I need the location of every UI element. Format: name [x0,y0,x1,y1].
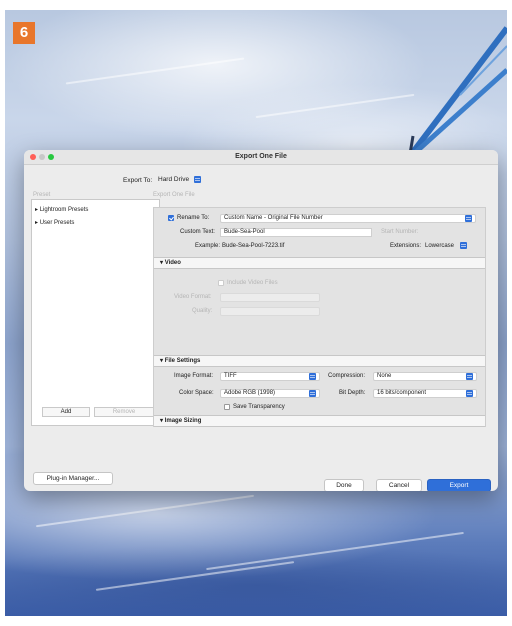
rename-value: Custom Name - Original File Number [224,215,323,221]
extensions-label: Extensions: [390,243,422,249]
title-bar: Export One File [24,150,498,165]
dropdown-arrow-icon [309,390,316,397]
video-quality-select[interactable] [220,307,320,316]
preset-list: ▸ Lightroom Presets ▸ User Presets Add R… [31,199,160,426]
dialog-title: Export One File [235,153,287,160]
compression-label: Compression: [328,373,366,379]
color-space-value: Adobe RGB (1998) [224,390,276,396]
dropdown-arrow-icon [466,390,473,397]
file-settings-section-header[interactable]: ▾ File Settings [154,355,485,367]
video-format-label: Video Format: [174,294,212,300]
extensions-value: Lowercase [425,243,455,250]
settings-panel: Rename To: Custom Name - Original File N… [153,207,486,427]
remove-preset-button[interactable]: Remove [94,407,154,417]
export-button[interactable]: Export [427,479,491,491]
rename-checkbox[interactable] [168,215,174,221]
dropdown-arrow-icon [459,242,467,249]
dropdown-arrow-icon [309,373,316,380]
rename-select[interactable]: Custom Name - Original File Number [220,214,476,223]
example-value: Bude-Sea-Pool-7223.tif [222,243,285,249]
compression-select[interactable]: None [373,372,477,381]
include-video-label: Include Video Files [227,280,278,286]
preset-header: Preset [33,192,51,198]
extensions-select[interactable]: Lowercase [425,242,467,249]
preset-item-label: User Presets [39,220,75,226]
preset-item-user[interactable]: ▸ User Presets [35,219,74,226]
dropdown-arrow-icon [465,215,472,222]
image-format-value: TIFF [224,373,237,379]
export-to-value: Hard Drive [158,176,190,184]
rename-label: Rename To: [177,215,210,221]
disclosure-triangle-icon: ▾ [160,260,164,266]
export-dialog: Export One File Export To: Hard Drive Pr… [24,150,498,491]
step-badge: 6 [13,22,35,44]
plugin-manager-button[interactable]: Plug-in Manager... [33,472,113,485]
include-video-checkbox[interactable] [218,280,224,286]
export-to-select[interactable]: Hard Drive [158,176,201,183]
image-sizing-header-label: Image Sizing [164,418,202,424]
preset-item-lightroom[interactable]: ▸ Lightroom Presets [35,206,88,213]
export-to-label: Export To: [123,177,153,184]
video-quality-label: Quality: [192,308,213,314]
file-settings-header-label: File Settings [164,358,201,364]
custom-text-input[interactable]: Bude-Sea-Pool [220,228,372,237]
dropdown-arrow-icon [466,373,473,380]
video-header-label: Video [164,260,181,266]
video-section-header[interactable]: ▾ Video [154,257,485,269]
cancel-button[interactable]: Cancel [376,479,422,491]
save-transparency-label: Save Transparency [233,404,285,410]
image-sizing-section-header[interactable]: ▾ Image Sizing [154,415,485,427]
color-space-label: Color Space: [179,390,214,396]
image-format-label: Image Format: [174,373,214,379]
disclosure-triangle-icon: ▾ [160,418,164,424]
bit-depth-value: 16 bits/component [377,390,427,396]
start-number-label: Start Number: [381,229,419,235]
disclosure-triangle-icon: ▾ [160,358,164,364]
custom-text-label: Custom Text: [180,229,215,235]
done-button[interactable]: Done [324,479,364,491]
add-preset-button[interactable]: Add [42,407,90,417]
save-transparency-checkbox[interactable] [224,404,230,410]
color-space-select[interactable]: Adobe RGB (1998) [220,389,320,398]
compression-value: None [377,373,392,379]
disclosure-triangle-icon: ▸ [35,207,39,213]
dropdown-arrow-icon [193,176,201,183]
image-format-select[interactable]: TIFF [220,372,320,381]
preset-item-label: Lightroom Presets [39,207,89,213]
disclosure-triangle-icon: ▸ [35,220,39,226]
example-label: Example: [195,243,221,249]
bit-depth-label: Bit Depth: [339,390,366,396]
section-header: Export One File [153,192,195,198]
background-photo: 6 Export One File Export To: Hard Drive … [5,10,507,616]
bit-depth-select[interactable]: 16 bits/component [373,389,477,398]
video-format-select[interactable] [220,293,320,302]
